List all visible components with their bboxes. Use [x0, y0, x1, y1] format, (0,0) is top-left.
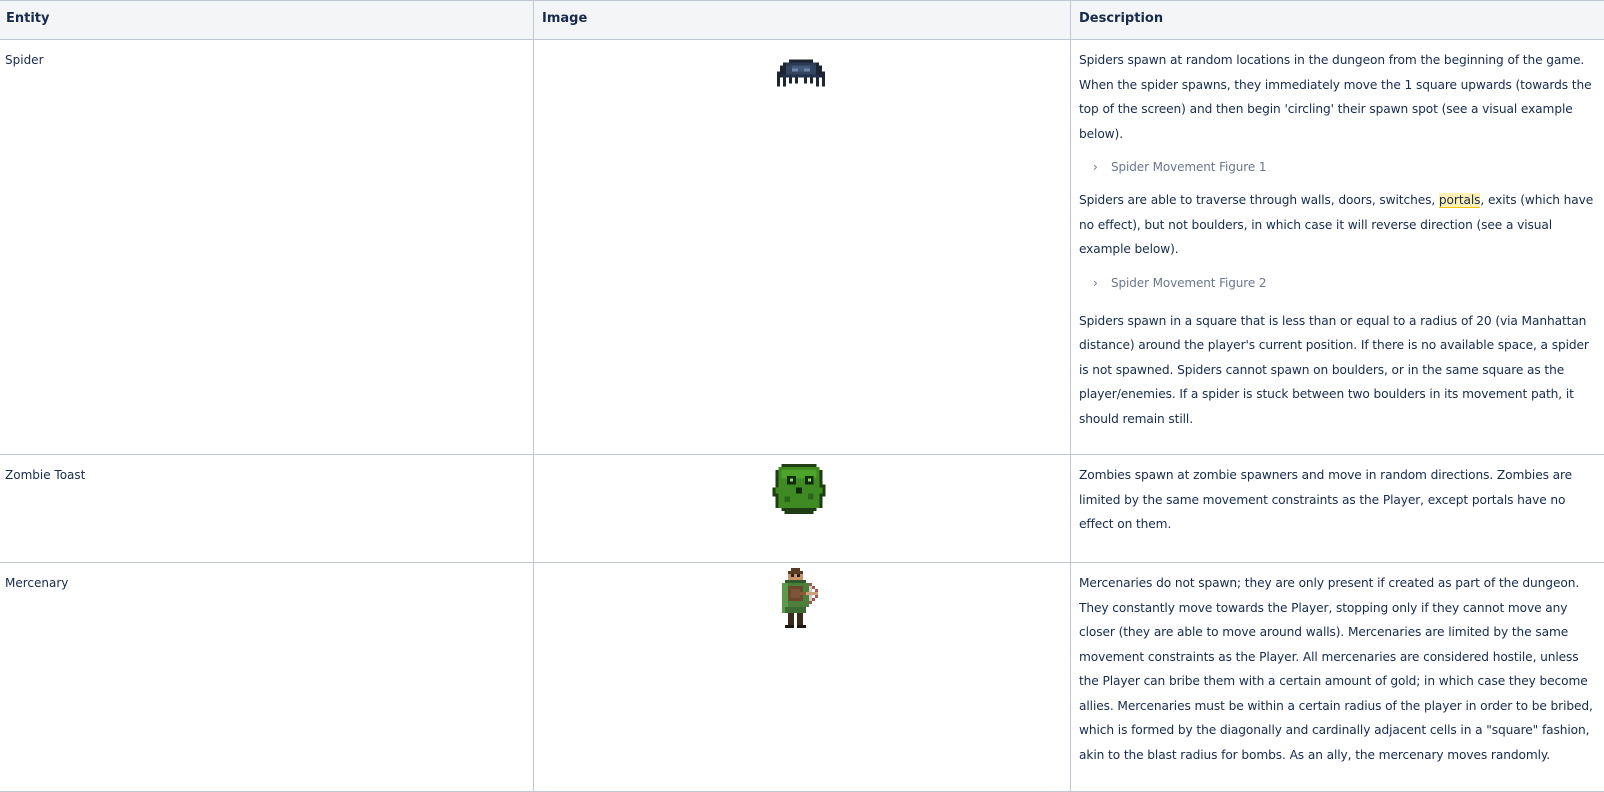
header-description: Description [1079, 11, 1164, 26]
header-entity: Entity [0, 1, 534, 39]
description-text: Spiders spawn at random locations in the… [1079, 53, 1592, 141]
table-row: Spider Spiders spawn at random locations… [0, 39, 1604, 455]
expand-label: Spider Movement Figure 2 [1111, 275, 1267, 290]
chevron-right-icon: › [1093, 275, 1098, 290]
mercenary-sprite-icon [782, 568, 818, 628]
entity-cell: Spider [0, 39, 534, 454]
text-span: Spiders are able to traverse through wal… [1079, 193, 1439, 207]
header-image: Image [534, 1, 1071, 39]
entities-table: Entity Image Description Spider Spiders … [0, 0, 1604, 792]
spider-sprite-icon [777, 59, 825, 87]
zombie-toast-sprite-icon [772, 464, 826, 514]
table-header-row: Entity Image Description [0, 1, 1604, 40]
image-cell [534, 562, 1071, 791]
entity-name: Mercenary [5, 576, 69, 590]
description-text: Mercenaries do not spawn; they are only … [1079, 576, 1593, 762]
expand-spider-figure-2[interactable]: › Spider Movement Figure 2 [1093, 271, 1598, 295]
description-cell: Zombies spawn at zombie spawners and mov… [1071, 454, 1604, 562]
portals-link[interactable]: portals [1438, 193, 1481, 208]
description-cell: Mercenaries do not spawn; they are only … [1071, 562, 1604, 791]
entity-cell: Mercenary [0, 562, 534, 791]
table-row: Mercenary Mercenaries do not spawn; they… [0, 562, 1604, 792]
table-row: Zombie Toast Zombies spawn at zombie spa… [0, 454, 1604, 563]
entity-cell: Zombie Toast [0, 454, 534, 562]
description-cell: Spiders spawn at random locations in the… [1071, 39, 1604, 454]
expand-spider-figure-1[interactable]: › Spider Movement Figure 1 [1093, 155, 1598, 179]
entity-name: Spider [5, 53, 44, 67]
entity-name: Zombie Toast [5, 468, 86, 482]
expand-label: Spider Movement Figure 1 [1111, 160, 1267, 174]
description-text: Zombies spawn at zombie spawners and mov… [1079, 468, 1573, 531]
image-cell [534, 454, 1071, 562]
description-text: Spiders spawn in a square that is less t… [1079, 313, 1589, 426]
image-cell [534, 39, 1071, 454]
chevron-right-icon: › [1093, 160, 1098, 174]
description-text: Spiders are able to traverse through wal… [1079, 188, 1598, 262]
